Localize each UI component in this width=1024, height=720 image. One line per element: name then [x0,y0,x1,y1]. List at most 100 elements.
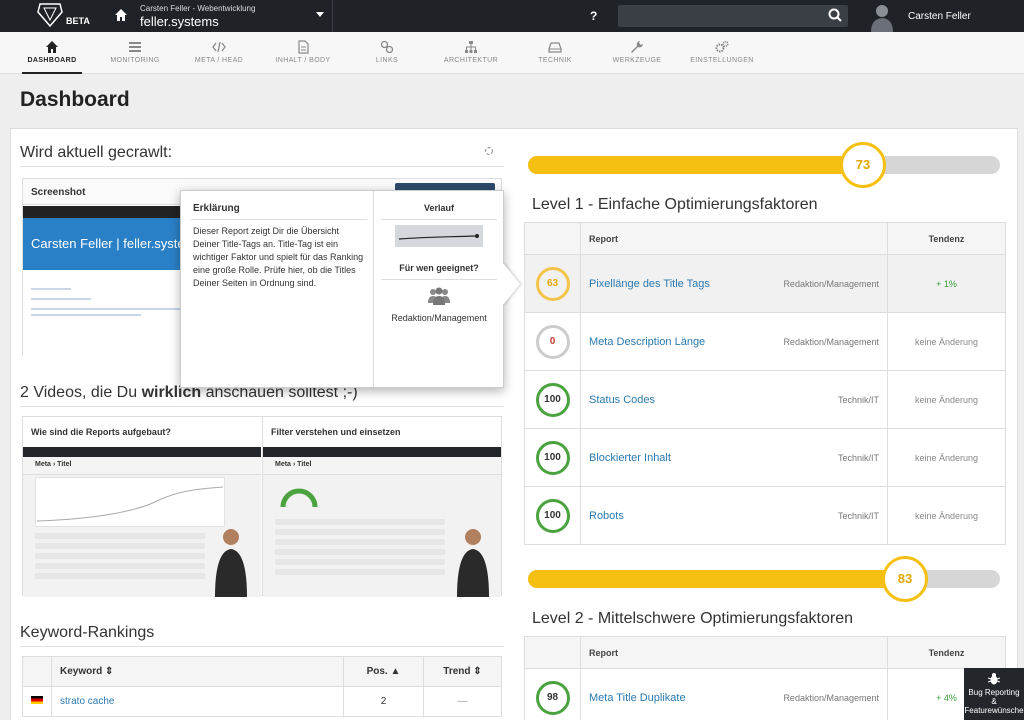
score-badge: 63 [535,266,570,301]
level2-score-badge: 83 [882,556,928,602]
wrench-icon [631,41,643,53]
tooltip-arrow [502,262,520,306]
avatar[interactable] [868,2,896,32]
divider [20,646,504,647]
list-icon [129,42,141,52]
beta-label: BETA [66,16,90,26]
keywords-heading: Keyword-Rankings [20,624,155,641]
level2-report-table: Report Tendenz 98 Meta Title Duplikate R… [524,636,1006,720]
column-tendenz: Tendenz [887,222,1006,255]
score-badge: 100 [535,440,570,475]
videos-card: Wie sind die Reports aufgebaut? Filter v… [22,416,502,597]
spinner-icon [484,146,494,156]
nav-monitoring[interactable]: MONITORING [104,32,166,74]
home-icon[interactable] [114,8,128,22]
keyword-link[interactable]: strato cache [51,686,344,717]
nav-architektur[interactable]: ARCHITEKTUR [438,32,504,74]
gears-icon [715,40,729,53]
sitemap-icon [465,41,477,53]
video-title[interactable]: Filter verstehen und einsetzen [271,427,401,437]
report-link[interactable]: Status Codes [579,370,750,429]
report-trend: keine Änderung [887,486,1006,545]
nav-dashboard[interactable]: DASHBOARD [22,32,82,74]
score-badge: 0 [535,324,570,359]
level2-title: Level 2 - Mittelschwere Optimierungsfakt… [532,610,854,627]
table-row[interactable]: 100 Robots Technik/IT keine Änderung [524,486,1006,545]
level2-progress-bar [528,570,1000,588]
column-pos[interactable]: Pos. ▲ [343,656,424,687]
table-row[interactable]: 100 Blockierter Inhalt Technik/IT keine … [524,428,1006,487]
nav-meta-head[interactable]: META / HEAD [186,32,252,74]
score-badge: 98 [535,680,570,715]
divider [332,0,333,32]
nav-links[interactable]: LINKS [362,32,412,74]
presenter-image [457,529,489,597]
bug-report-button[interactable]: Bug Reporting & Featurewünsche [964,668,1024,720]
project-selector[interactable]: feller.systems [140,14,219,29]
video-thumbnail[interactable]: Meta › Titel [263,447,501,597]
history-sparkline [395,225,483,247]
score-badge: 100 [535,498,570,533]
help-button[interactable]: ? [590,9,597,23]
logo-icon[interactable] [36,2,64,28]
level1-score-badge: 73 [840,142,886,188]
report-audience: Technik/IT [749,428,888,487]
report-link[interactable]: Pixellänge des Title Tags [579,254,750,313]
nav-inhalt-body[interactable]: INHALT / BODY [270,32,336,74]
report-audience: Technik/IT [749,486,888,545]
screenshot-label: Screenshot [31,187,86,198]
table-row[interactable]: 0 Meta Description Länge Redaktion/Manag… [524,312,1006,371]
column-report: Report [580,636,888,669]
report-audience: Redaktion/Management [734,668,888,720]
bug-icon [987,673,1001,685]
divider [20,166,504,167]
report-trend: keine Änderung [887,428,1006,487]
flag-de-icon [31,696,43,704]
link-icon [380,40,394,54]
home-icon [46,41,58,53]
report-trend: + 1% [887,254,1006,313]
chevron-down-icon[interactable] [316,12,324,17]
user-name[interactable]: Carsten Feller [908,11,971,22]
tooltip-text: Dieser Report zeigt Dir die Übersicht De… [193,226,364,288]
report-audience: Redaktion/Management [749,312,888,371]
score-badge: 100 [535,382,570,417]
video-title[interactable]: Wie sind die Reports aufgebaut? [31,427,171,437]
report-link[interactable]: Robots [579,486,750,545]
drive-icon [548,42,562,53]
keyword-position: 2 [343,686,424,717]
table-row[interactable]: 63 Pixellänge des Title Tags Redaktion/M… [524,254,1006,313]
table-row[interactable]: 100 Status Codes Technik/IT keine Änderu… [524,370,1006,429]
nav-werkzeuge[interactable]: WERKZEUGE [606,32,668,74]
screenshot-site-title: Carsten Feller | feller.systems [31,236,202,251]
table-row: strato cache 2 — [22,686,502,717]
nav-einstellungen[interactable]: EINSTELLUNGEN [688,32,756,74]
report-trend: keine Änderung [887,370,1006,429]
report-link[interactable]: Meta Description Länge [579,312,750,371]
top-bar: BETA Carsten Feller - Webentwicklung fel… [0,0,1024,32]
report-link[interactable]: Blockierter Inhalt [579,428,750,487]
keyword-trend: — [423,686,502,717]
presenter-image [215,529,247,597]
search-input[interactable] [618,5,848,27]
crawl-heading: Wird aktuell gecrawlt: [20,144,173,161]
column-tendenz: Tendenz [887,636,1006,669]
column-trend[interactable]: Trend ⇕ [423,656,502,687]
report-audience: Technik/IT [749,370,888,429]
verlauf-label: Verlauf [423,203,454,213]
keyword-table: Keyword ⇕ Pos. ▲ Trend ⇕ strato cache 2 … [22,656,502,717]
video-thumbnail[interactable]: Meta › Titel [23,447,261,597]
code-icon [212,41,226,53]
nav-technik[interactable]: TECHNIK [530,32,580,74]
main-nav: DASHBOARD MONITORING META / HEAD INHALT … [0,32,1024,74]
page-title: Dashboard [20,88,130,111]
column-keyword[interactable]: Keyword ⇕ [51,656,344,687]
group-icon [428,287,450,305]
tooltip-title: Erklärung [193,203,240,214]
divider [20,406,504,407]
target-group-label: Für wen geeignet? [399,263,479,273]
report-link[interactable]: Meta Title Duplikate [579,668,735,720]
document-icon [298,40,309,54]
search-icon[interactable] [828,8,842,22]
table-row[interactable]: 98 Meta Title Duplikate Redaktion/Manage… [524,668,1006,720]
